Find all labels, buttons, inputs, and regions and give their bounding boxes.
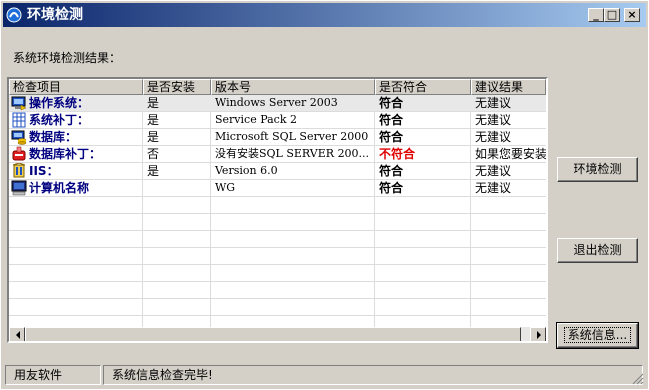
status-company: 用友软件 — [5, 365, 101, 385]
result-label: 系统环境检测结果： — [13, 51, 122, 65]
installed-cell: 否 — [147, 147, 160, 161]
close-button[interactable]: × — [624, 8, 640, 22]
table-row[interactable]: 数据库补丁： 否 没有安装SQL SERVER 200... 不符合 如果您要安… — [9, 146, 546, 163]
column-header-advice[interactable]: 建议结果 — [471, 79, 546, 95]
column-header-match[interactable]: 是否符合 — [375, 79, 471, 95]
arrow-left-icon — [16, 331, 20, 339]
horizontal-scrollbar[interactable] — [9, 327, 546, 341]
window-title: 环境检测 — [27, 7, 83, 23]
arrow-right-icon — [537, 331, 541, 339]
advice-cell: 无建议 — [475, 113, 512, 127]
version-cell: Service Pack 2 — [215, 113, 297, 126]
column-header-installed[interactable]: 是否安装 — [143, 79, 211, 95]
computer-icon — [11, 180, 27, 196]
patch-icon — [12, 112, 26, 128]
installed-cell: 是 — [147, 164, 160, 178]
column-header-item[interactable]: 检查项目 — [9, 79, 143, 95]
version-cell: Windows Server 2003 — [215, 96, 338, 109]
maximize-button[interactable]: □ — [604, 8, 620, 22]
match-cell: 符合 — [379, 96, 404, 110]
advice-cell: 无建议 — [475, 181, 512, 195]
table-row[interactable]: 计算机名称 WG 符合 无建议 — [9, 180, 546, 197]
version-cell: Microsoft SQL Server 2000 — [215, 130, 369, 143]
match-cell: 不符合 — [379, 147, 416, 161]
advice-cell: 如果您要安装 — [475, 147, 546, 161]
column-header-version[interactable]: 版本号 — [211, 79, 375, 95]
item-name: 系统补丁： — [29, 113, 90, 127]
database-icon — [11, 130, 27, 145]
empty-row — [9, 214, 546, 231]
item-name: 数据库补丁： — [29, 147, 102, 161]
match-cell: 符合 — [379, 164, 404, 178]
list-header: 检查项目 是否安装 版本号 是否符合 建议结果 — [9, 79, 546, 95]
table-row[interactable]: 操作系统： 是 Windows Server 2003 符合 无建议 — [9, 95, 546, 112]
empty-row — [9, 282, 546, 299]
item-name: 计算机名称 — [29, 181, 90, 195]
check-environment-button[interactable]: 环境检测 — [557, 157, 638, 182]
installed-cell — [143, 180, 211, 196]
item-name: IIS： — [29, 164, 59, 178]
installed-cell: 是 — [147, 96, 160, 110]
version-cell: Version 6.0 — [215, 164, 278, 177]
empty-row — [9, 299, 546, 316]
item-name: 数据库： — [29, 130, 78, 144]
app-icon — [6, 7, 22, 23]
scroll-thumb[interactable] — [25, 327, 521, 341]
main-window: 环境检测 _ □ × 系统环境检测结果： 检查项目 是否安装 版本号 是否符合 … — [0, 0, 649, 390]
match-cell: 符合 — [379, 130, 404, 144]
advice-cell: 无建议 — [475, 164, 512, 178]
installed-cell: 是 — [147, 130, 160, 144]
status-message: 系统信息检查完毕! — [103, 365, 643, 385]
exit-check-button[interactable]: 退出检测 — [557, 238, 638, 263]
scroll-left-button[interactable] — [9, 327, 25, 341]
version-cell: 没有安装SQL SERVER 200... — [215, 147, 370, 160]
advice-cell: 无建议 — [475, 96, 512, 110]
iis-icon — [12, 163, 26, 178]
empty-row — [9, 248, 546, 265]
version-cell: WG — [215, 181, 236, 194]
resize-grip-icon[interactable] — [632, 373, 644, 385]
empty-row — [9, 265, 546, 282]
table-row[interactable]: 系统补丁： 是 Service Pack 2 符合 无建议 — [9, 112, 546, 129]
os-icon — [11, 96, 27, 111]
title-bar[interactable]: 环境检测 _ □ × — [3, 3, 646, 27]
minimize-button[interactable]: _ — [588, 8, 604, 22]
match-cell: 符合 — [379, 113, 404, 127]
scroll-right-button[interactable] — [530, 327, 546, 341]
empty-row — [9, 231, 546, 248]
status-bar: 用友软件 系统信息检查完毕! — [3, 363, 646, 387]
check-results-list[interactable]: 检查项目 是否安装 版本号 是否符合 建议结果 操作系统： 是 Windows … — [7, 77, 548, 343]
advice-cell: 无建议 — [475, 130, 512, 144]
table-row[interactable]: 数据库： 是 Microsoft SQL Server 2000 符合 无建议 — [9, 129, 546, 146]
item-name: 操作系统： — [29, 96, 90, 110]
list-rows: 操作系统： 是 Windows Server 2003 符合 无建议 系统补丁：… — [9, 95, 546, 316]
db-patch-warning-icon — [12, 146, 26, 161]
empty-row — [9, 197, 546, 214]
system-info-button[interactable]: 系统信息... — [556, 322, 639, 349]
table-row[interactable]: IIS： 是 Version 6.0 符合 无建议 — [9, 163, 546, 180]
installed-cell: 是 — [147, 113, 160, 127]
match-cell: 符合 — [379, 181, 404, 195]
